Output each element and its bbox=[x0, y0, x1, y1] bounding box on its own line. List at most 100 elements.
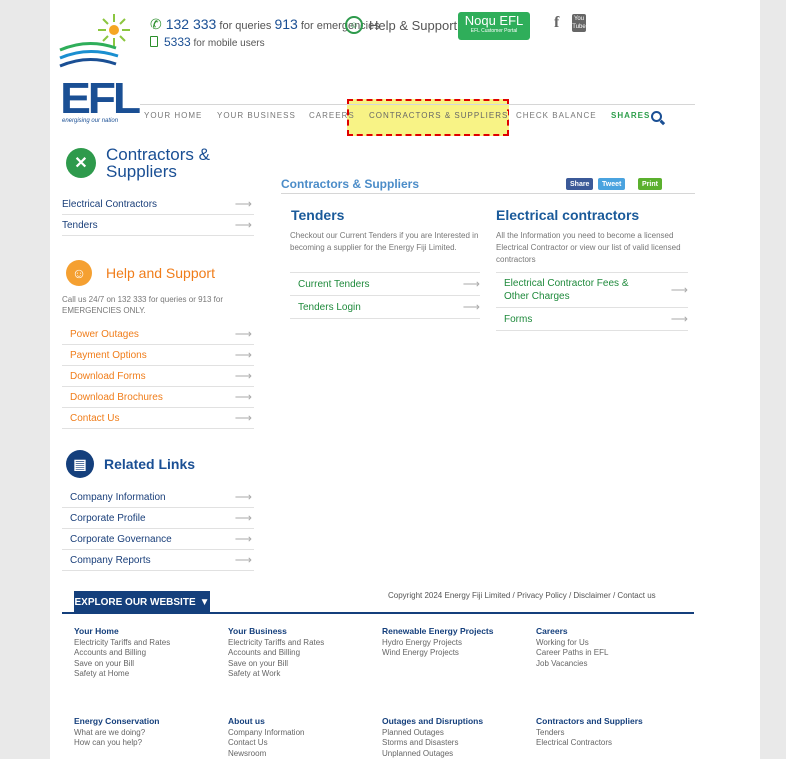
sidebar-item-corporate-profile[interactable]: Corporate Profile ⟶ bbox=[62, 508, 254, 529]
nav-shares[interactable]: SHARES bbox=[611, 111, 650, 120]
efl-logo[interactable]: EFL energising our nation bbox=[58, 12, 141, 124]
nav-careers[interactable]: CAREERS bbox=[309, 111, 355, 120]
footer-link[interactable]: Save on your Bill bbox=[228, 659, 324, 670]
phone-number[interactable]: 132 333 bbox=[166, 16, 217, 32]
mobile-number[interactable]: 5333 bbox=[164, 35, 191, 49]
phone-icon: ✆ bbox=[150, 16, 162, 32]
nav-check-balance[interactable]: CHECK BALANCE bbox=[516, 111, 597, 120]
sidebar-item-download-forms[interactable]: Download Forms ⟶ bbox=[62, 366, 254, 387]
noqu-efl-button[interactable]: Noqu EFL EFL Customer Portal bbox=[458, 12, 530, 40]
related-heading: ▤ Related Links bbox=[66, 450, 195, 478]
footer-link[interactable]: Job Vacancies bbox=[536, 659, 608, 670]
nav-contractors-suppliers[interactable]: CONTRACTORS & SUPPLIERS bbox=[369, 111, 509, 120]
footer-divider bbox=[62, 612, 694, 614]
list-item-label: Corporate Governance bbox=[70, 533, 172, 545]
tweet-button[interactable]: Tweet bbox=[598, 178, 626, 190]
current-tenders-link[interactable]: Current Tenders ⟶ bbox=[290, 273, 480, 296]
tenders-title: Tenders bbox=[291, 207, 345, 223]
footer-link[interactable]: Working for Us bbox=[536, 638, 608, 649]
list-item-label: Company Reports bbox=[70, 554, 151, 566]
sidebar-item-contact-us[interactable]: Contact Us ⟶ bbox=[62, 408, 254, 429]
footer-heading[interactable]: Careers bbox=[536, 626, 608, 637]
footer-link[interactable]: Tenders bbox=[536, 728, 643, 739]
nav-your-home[interactable]: YOUR HOME bbox=[144, 111, 202, 120]
footer-heading[interactable]: Your Business bbox=[228, 626, 324, 637]
footer-link[interactable]: Career Paths in EFL bbox=[536, 648, 608, 659]
sidebar-item-company-information[interactable]: Company Information ⟶ bbox=[62, 487, 254, 508]
noqu-title: Noqu EFL bbox=[464, 13, 524, 28]
facebook-share-button[interactable]: Share bbox=[566, 178, 594, 190]
footer-link[interactable]: What are we doing? bbox=[74, 728, 160, 739]
footer-link[interactable]: Electrical Contractors bbox=[536, 738, 643, 749]
footer-link[interactable]: Planned Outages bbox=[382, 728, 483, 739]
waves-icon bbox=[59, 42, 119, 68]
arrow-right-icon: ⟶ bbox=[234, 553, 252, 567]
footer-link[interactable]: Accounts and Billing bbox=[228, 648, 324, 659]
footer-link[interactable]: Storms and Disasters bbox=[382, 738, 483, 749]
footer-link[interactable]: Electricity Tariffs and Rates bbox=[74, 638, 170, 649]
list-item-label: Power Outages bbox=[70, 328, 139, 340]
contractor-fees-link[interactable]: Electrical Contractor Fees & Other Charg… bbox=[496, 273, 688, 308]
sidebar-item-tenders[interactable]: Tenders ⟶ bbox=[62, 215, 254, 236]
footer-link[interactable]: Accounts and Billing bbox=[74, 648, 170, 659]
facebook-icon[interactable]: f bbox=[554, 14, 559, 32]
sidebar-item-payment-options[interactable]: Payment Options ⟶ bbox=[62, 345, 254, 366]
sidebar-item-company-reports[interactable]: Company Reports ⟶ bbox=[62, 550, 254, 571]
footer-link[interactable]: Save on your Bill bbox=[74, 659, 170, 670]
footer-link[interactable]: Unplanned Outages bbox=[382, 749, 483, 759]
noqu-sub: EFL Customer Portal bbox=[470, 28, 518, 34]
contractors-title-line2: Suppliers bbox=[106, 162, 177, 181]
sidebar-item-electrical-contractors[interactable]: Electrical Contractors ⟶ bbox=[62, 194, 254, 215]
logo-tagline: energising our nation bbox=[62, 118, 119, 124]
footer-heading[interactable]: About us bbox=[228, 716, 304, 727]
arrow-right-icon: ⟶ bbox=[234, 218, 252, 232]
footer-link[interactable]: Newsroom bbox=[228, 749, 304, 759]
smile-icon: ☺ bbox=[345, 16, 363, 34]
footer-link[interactable]: Company Information bbox=[228, 728, 304, 739]
sidebar-item-download-brochures[interactable]: Download Brochures ⟶ bbox=[62, 387, 254, 408]
search-icon[interactable] bbox=[651, 111, 662, 122]
forms-link[interactable]: Forms ⟶ bbox=[496, 308, 688, 331]
page-title: Contractors & Suppliers bbox=[281, 177, 420, 191]
help-label: Help & Support bbox=[369, 17, 458, 33]
explore-website-button[interactable]: EXPLORE OUR WEBSITE ▼ bbox=[74, 591, 210, 613]
nav-your-business[interactable]: YOUR BUSINESS bbox=[217, 111, 296, 120]
footer-link[interactable]: Electricity Tariffs and Rates bbox=[228, 638, 324, 649]
footer-heading[interactable]: Your Home bbox=[74, 626, 170, 637]
link-label: Electrical Contractor Fees & Other Charg… bbox=[504, 278, 629, 302]
footer-link[interactable]: Wind Energy Projects bbox=[382, 648, 494, 659]
footer-link[interactable]: Safety at Home bbox=[74, 669, 170, 680]
sidebar-item-corporate-governance[interactable]: Corporate Governance ⟶ bbox=[62, 529, 254, 550]
arrow-right-icon: ⟶ bbox=[462, 277, 480, 291]
footer-heading[interactable]: Energy Conservation bbox=[74, 716, 160, 727]
footer-column: Outages and Disruptions Planned Outages … bbox=[382, 716, 483, 759]
footer-link[interactable]: Safety at Work bbox=[228, 669, 324, 680]
logo-text: EFL bbox=[60, 74, 141, 123]
help-support-link[interactable]: ☺ Help & Support bbox=[345, 16, 457, 34]
youtube-icon[interactable]: You Tube bbox=[572, 14, 586, 32]
electrical-description: All the Information you need to become a… bbox=[496, 231, 681, 264]
footer-heading[interactable]: Contractors and Suppliers bbox=[536, 716, 643, 727]
mobile-icon bbox=[150, 36, 158, 47]
footer-column: Renewable Energy Projects Hydro Energy P… bbox=[382, 626, 494, 659]
link-label: Tenders Login bbox=[298, 301, 361, 313]
footer-column: Contractors and Suppliers Tenders Electr… bbox=[536, 716, 643, 749]
related-title: Related Links bbox=[104, 456, 196, 472]
arrow-right-icon: ⟶ bbox=[670, 312, 688, 326]
mobile-text: for mobile users bbox=[193, 38, 265, 49]
print-button[interactable]: Print bbox=[638, 178, 662, 190]
footer-link[interactable]: How can you help? bbox=[74, 738, 160, 749]
sidebar-item-power-outages[interactable]: Power Outages ⟶ bbox=[62, 324, 254, 345]
emergency-number[interactable]: 913 bbox=[274, 16, 297, 32]
list-item-label: Contact Us bbox=[70, 412, 120, 424]
list-item-label: Download Brochures bbox=[70, 391, 163, 403]
tenders-login-link[interactable]: Tenders Login ⟶ bbox=[290, 296, 480, 319]
related-list: Company Information ⟶ Corporate Profile ⟶ … bbox=[62, 487, 254, 571]
list-item-label: Payment Options bbox=[70, 349, 147, 361]
footer-link[interactable]: Contact Us bbox=[228, 738, 304, 749]
footer-heading[interactable]: Outages and Disruptions bbox=[382, 716, 483, 727]
chevron-down-icon: ▼ bbox=[199, 596, 210, 608]
footer-link[interactable]: Hydro Energy Projects bbox=[382, 638, 494, 649]
footer-heading[interactable]: Renewable Energy Projects bbox=[382, 626, 494, 637]
share-label: Share bbox=[570, 180, 590, 188]
